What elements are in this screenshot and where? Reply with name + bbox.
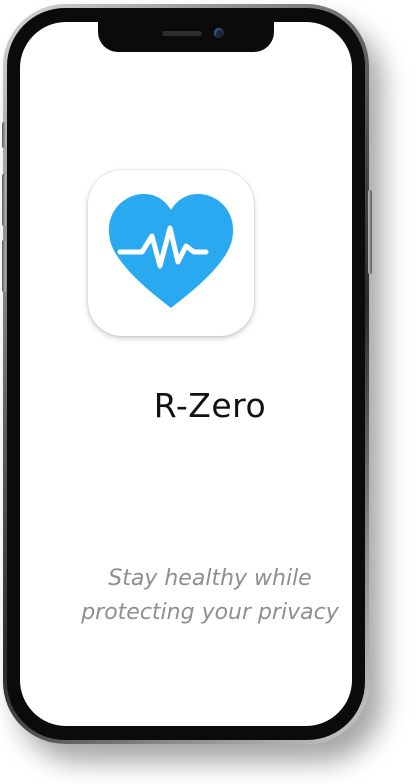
volume-up-button [2, 174, 6, 226]
phone-frame [2, 4, 372, 744]
front-camera [214, 28, 224, 38]
mute-switch [2, 122, 6, 148]
notch [98, 22, 274, 52]
tagline: Stay healthy while protecting your priva… [0, 562, 420, 630]
speaker-grille [162, 31, 202, 36]
tagline-line-2: protecting your privacy [81, 600, 339, 625]
tagline-line-1: Stay healthy while [108, 566, 312, 591]
app-name: R-Zero [153, 386, 267, 425]
power-button [368, 190, 372, 274]
phone-bezel [7, 8, 365, 740]
heart-pulse-icon [108, 194, 234, 308]
app-icon [88, 170, 254, 336]
volume-down-button [2, 240, 6, 292]
stage: R-Zero Stay healthy while protecting you… [0, 0, 420, 784]
